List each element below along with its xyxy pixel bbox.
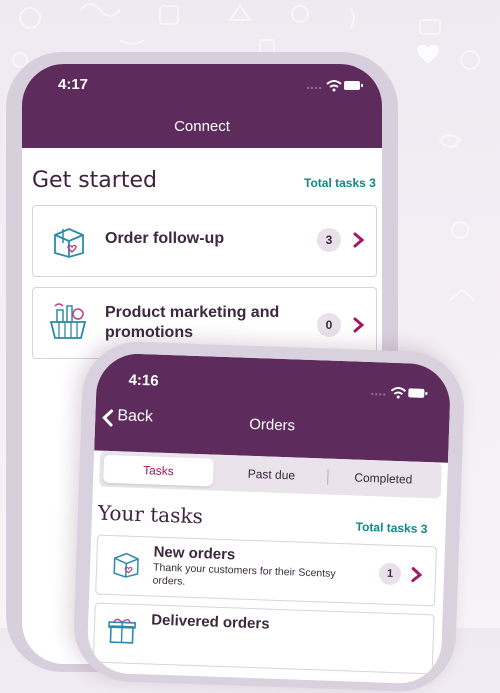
chevron-right-icon [353,232,365,248]
task-title: New orders [153,543,236,564]
wifi-icon [390,387,407,399]
connect-header: 4:17 Connect [22,64,382,148]
task-label-line2: promotions [105,324,193,341]
status-time: 4:17 [58,76,89,93]
gift-box-icon [113,552,139,578]
wifi-icon [326,80,342,92]
task-title: Delivered orders [150,611,270,633]
task-count-badge: 0 [317,313,341,337]
phone-orders: 4:16 Back Orders Tasks Past due Complete… [72,340,466,693]
page-title: Connect [174,118,230,135]
task-count-badge: 3 [317,228,341,252]
task-card-delivered-orders[interactable]: Delivered orders [92,602,435,675]
chevron-right-icon [411,567,423,583]
task-label-line1: Product marketing and [105,304,280,321]
chevron-right-icon [353,317,365,333]
shopping-basket-icon [49,303,87,339]
gift-box-icon [54,228,84,258]
tab-tasks[interactable]: Tasks [103,454,214,487]
total-tasks: Total tasks 3 [355,519,428,537]
orders-header: 4:16 Back Orders [94,352,452,463]
total-tasks: Total tasks 3 [304,176,376,190]
tab-completed[interactable]: Completed [329,463,438,495]
task-card-new-orders[interactable]: New orders Thank your customers for thei… [95,534,438,607]
tab-past-due[interactable]: Past due [217,459,326,491]
task-count-badge: 1 [378,562,402,586]
task-label: Order follow-up [105,230,225,247]
section-title: Your tasks [97,500,204,529]
section-title: Get started [32,168,157,193]
task-card-order-follow-up[interactable]: Order follow-up 3 [32,205,377,277]
task-subtitle-line2: orders. [152,574,186,588]
orders-screen: 4:16 Back Orders Tasks Past due Complete… [86,352,452,685]
status-icons [371,387,428,399]
battery-icon [344,81,363,90]
battery-icon [408,388,428,398]
page-title: Orders [248,415,296,435]
gift-icon [108,618,136,644]
status-time: 4:16 [128,371,159,390]
status-icons [306,80,363,92]
